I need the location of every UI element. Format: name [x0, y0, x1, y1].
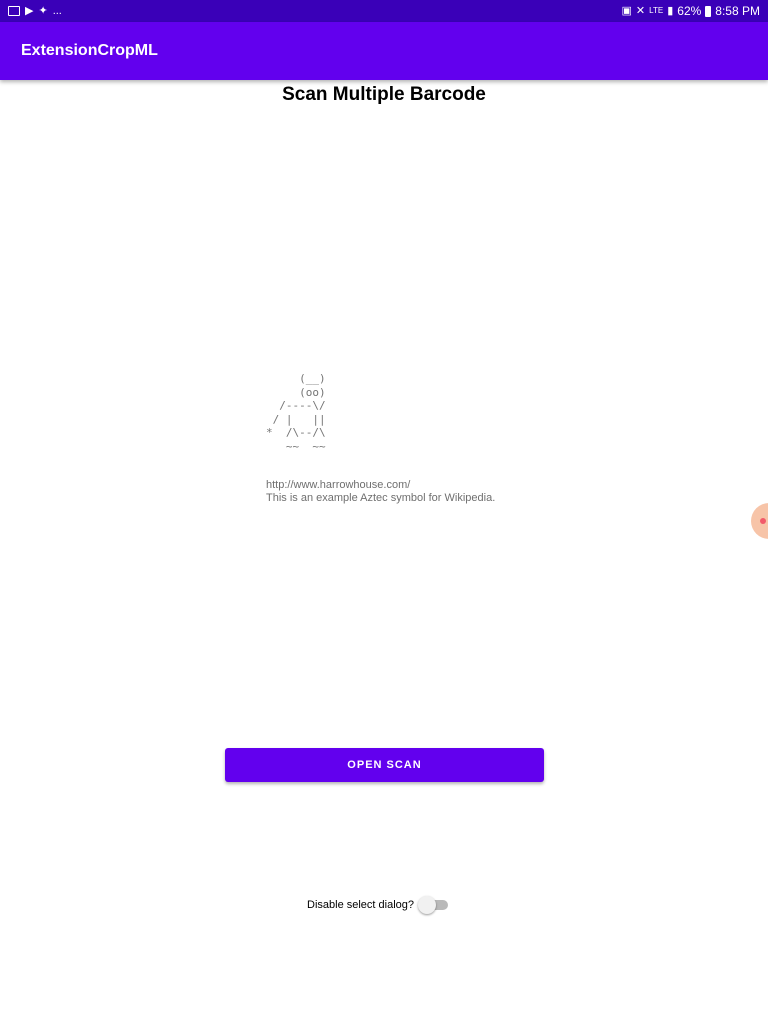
signal-icon: ▮	[667, 5, 674, 17]
status-bar-notifications: ▶ ✦ ...	[8, 4, 62, 18]
ascii-art-line: /----\/	[266, 399, 326, 412]
result-description: This is an example Aztec symbol for Wiki…	[266, 492, 496, 504]
ascii-art-line: * /\--/\	[266, 426, 326, 439]
status-bar: ▶ ✦ ... ▣ ✕ LTE ▮ 62% 8:58 PM	[0, 0, 768, 22]
barcode-result-art: (__) (oo) /----\/ / | || * /\--/\ ~~ ~~	[266, 372, 326, 453]
result-url: http://www.harrowhouse.com/	[266, 479, 411, 491]
ascii-art-line: ~~ ~~	[266, 439, 326, 453]
more-notifications: ...	[52, 5, 62, 17]
open-scan-button[interactable]: OPEN SCAN	[225, 748, 544, 782]
mute-icon: ✕	[635, 5, 646, 17]
app-title: ExtensionCropML	[21, 42, 158, 59]
ascii-art-line: (__)	[266, 372, 326, 385]
switch-thumb[interactable]	[418, 896, 437, 914]
disable-dialog-row: Disable select dialog?	[307, 896, 450, 914]
ascii-art-line: (oo)	[266, 385, 326, 399]
floating-bubble[interactable]	[751, 503, 768, 539]
clock: 8:58 PM	[715, 4, 760, 18]
page-title: Scan Multiple Barcode	[282, 84, 486, 105]
disable-dialog-label: Disable select dialog?	[307, 899, 415, 911]
barcode-result-text: http://www.harrowhouse.com/ This is an e…	[266, 479, 495, 505]
app-bar: ExtensionCropML	[0, 22, 768, 80]
battery-icon	[705, 5, 712, 17]
gallery-icon	[8, 6, 20, 16]
bubble-dot-icon	[760, 518, 766, 524]
battery-percent: 62%	[677, 4, 702, 18]
status-bar-system: ▣ ✕ LTE ▮ 62% 8:58 PM	[622, 4, 761, 18]
cast-icon: ▣	[621, 5, 632, 17]
video-icon: ▶	[25, 5, 34, 17]
broom-icon: ✦	[38, 5, 48, 17]
network-type: LTE	[649, 6, 664, 15]
ascii-art-line: / | ||	[266, 412, 326, 426]
disable-dialog-switch[interactable]	[418, 896, 450, 914]
